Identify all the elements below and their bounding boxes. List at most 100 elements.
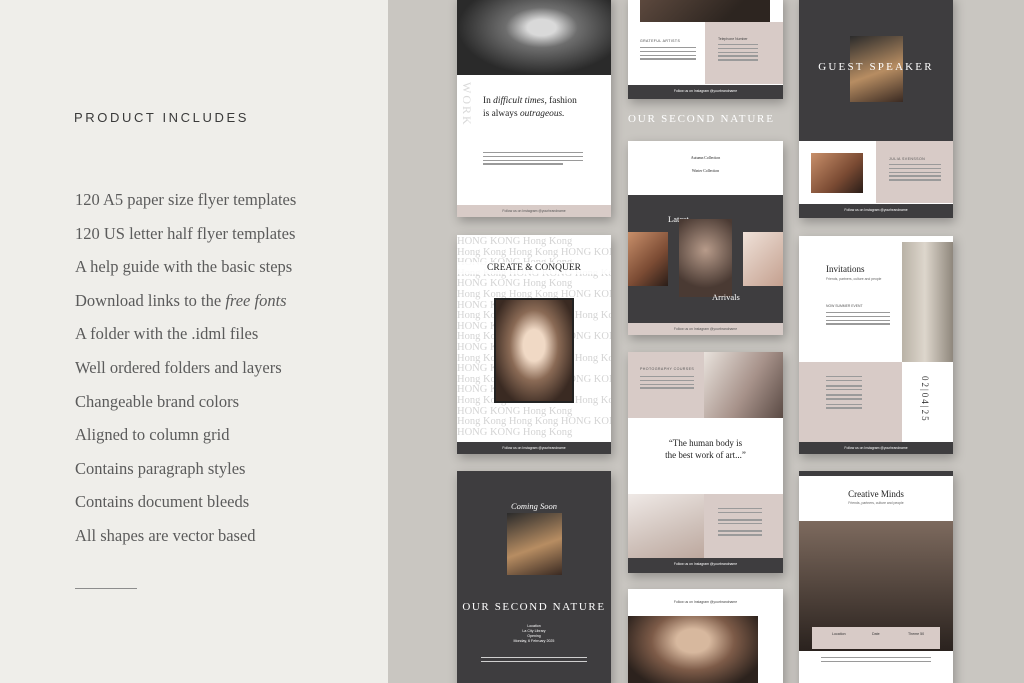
flyer-invitations-card: Invitations Friends, partners, culture a… — [799, 236, 953, 454]
collection-title: Winter Collection — [691, 169, 720, 173]
photo — [628, 232, 668, 286]
feature-item: A help guide with the basic steps — [75, 257, 293, 277]
flyer-guest-speaker-card: GUEST SPEAKER JULIA SVENSSON Follow us o… — [799, 0, 953, 218]
flyer-photography-card: PHOTOGRAPHY COURSES “The human body is t… — [628, 352, 783, 573]
footer-text: Follow us on Instagram @yourbrandname — [673, 600, 738, 604]
detail-value: Monday, 6 February 2025 — [513, 639, 555, 643]
quote-word: fashion — [549, 96, 577, 106]
detail-label: Location — [832, 632, 846, 636]
flyer-title: CREATE & CONQUER — [457, 262, 611, 274]
photo — [743, 232, 783, 286]
footer-text: Follow us on Instagram @yourbrandname — [673, 562, 738, 566]
feature-item: Aligned to column grid — [75, 425, 230, 445]
feature-item: Well ordered folders and layers — [75, 357, 282, 377]
flyer-creative-minds-card: Creative Minds Friends, partners, cultur… — [799, 471, 953, 683]
label: Telephone Number — [718, 37, 748, 41]
flyer-footer: Follow us on Instagram @yourbrandname — [457, 205, 611, 217]
feature-list: 120 A5 paper size flyer templates 120 US… — [75, 183, 296, 553]
flyer-subtitle: Friends, partners, culture and people — [848, 501, 904, 505]
collection-title: Autumn Collection — [690, 156, 721, 160]
photo — [679, 219, 732, 297]
label: PHOTOGRAPHY COURSES — [640, 367, 695, 371]
feature-item: Download links to the free fonts — [75, 284, 296, 318]
divider-line — [75, 588, 137, 589]
portrait-photo — [811, 153, 863, 193]
photo — [640, 0, 770, 22]
feature-text: Download links to the — [75, 290, 222, 310]
feature-item: All shapes are vector based — [75, 525, 256, 545]
quote-text: In difficult times, fashion is always ou… — [483, 95, 577, 121]
footer-text: Follow us on Instagram @yourbrandname — [502, 209, 566, 213]
feature-item: 120 A5 paper size flyer templates — [75, 190, 297, 209]
body-copy-lines — [481, 657, 587, 665]
flyer-contact-card: GRATEFUL ARTISTS Telephone Number Follow… — [628, 0, 783, 99]
footer-text: Follow us on Instagram @yourbrandname — [844, 446, 908, 450]
vertical-word: WORK — [460, 82, 474, 127]
photo — [704, 352, 783, 418]
banner-text: OUR SECOND NATURE — [462, 601, 606, 613]
feature-item: 120 US letter half flyer templates — [75, 223, 296, 243]
flyer-footer: Follow us on Instagram @yourbrandname — [457, 442, 611, 454]
body-copy-lines — [640, 47, 696, 62]
flyer-preview-area: WORK In difficult times, fashion is alwa… — [388, 0, 1024, 683]
footer-text: Follow us on Instagram @yourbrandname — [673, 327, 738, 331]
body-copy-lines — [826, 312, 890, 327]
speaker-name: JULIA SVENSSON — [889, 157, 926, 161]
quote-emphasis: difficult times, — [493, 96, 547, 106]
quote-word: is always — [483, 109, 518, 119]
feature-item: Contains paragraph styles — [75, 458, 246, 478]
photo — [628, 494, 704, 558]
detail-label: Theme 50 — [908, 632, 925, 636]
footer-text: Follow us on Instagram @yourbrandname — [844, 208, 908, 212]
footer-text: Follow us on Instagram @yourbrandname — [673, 89, 738, 93]
quote-word: In — [483, 96, 491, 106]
top-strip — [799, 471, 953, 476]
flyer-footer: Follow us on Instagram @yourbrandname — [628, 85, 783, 99]
details-strip: Location Date Theme 50 — [812, 627, 940, 649]
body-copy-lines — [718, 44, 758, 63]
body-copy-lines — [821, 657, 931, 665]
arrivals-label: Arrivals — [712, 292, 740, 302]
label: GRATEFUL ARTISTS — [640, 39, 681, 43]
photo — [902, 242, 953, 362]
portrait-photo — [628, 616, 758, 683]
feature-italic-text: free fonts — [225, 290, 287, 310]
pattern-line: HONG KONG Hong Kong — [457, 426, 573, 438]
banner-text: OUR SECOND NATURE — [628, 113, 775, 125]
flyer-footer: Follow us on Instagram @yourbrandname — [799, 442, 953, 454]
quote-emphasis: outrageous. — [519, 109, 565, 119]
flyer-portrait-card: Follow us on Instagram @yourbrandname — [628, 589, 783, 683]
quote-line: “The human body is — [668, 438, 743, 448]
quote-text: “The human body is the best work of art.… — [628, 437, 783, 461]
flyer-title: GUEST SPEAKER — [818, 61, 934, 73]
flyer-footer: Follow us on Instagram @yourbrandname — [799, 204, 953, 218]
feature-item: Changeable brand colors — [75, 391, 240, 411]
feature-item: Contains document bleeds — [75, 492, 250, 512]
detail-label: Date — [872, 632, 880, 636]
body-copy-lines — [826, 376, 862, 411]
body-copy-lines — [718, 508, 762, 538]
flyer-title: Creative Minds — [848, 489, 904, 499]
quote-line: the best work of art...” — [665, 450, 746, 460]
product-includes-panel: PRODUCT INCLUDES 120 A5 paper size flyer… — [0, 0, 388, 683]
feature-item: A folder with the .idml files — [75, 324, 259, 344]
portrait-photo — [507, 513, 562, 575]
flyer-title: Invitations — [826, 264, 865, 274]
portrait-photo — [494, 298, 574, 403]
product-includes-heading: PRODUCT INCLUDES — [74, 110, 249, 125]
flyer-latest-card: Autumn Collection Winter Collection Late… — [628, 141, 783, 335]
flyer-title: Coming Soon — [510, 501, 558, 511]
flyer-coming-soon-card: Coming Soon OUR SECOND NATURE Location L… — [457, 471, 611, 683]
flyer-subtitle: Friends, partners, culture and people — [826, 277, 882, 281]
body-copy-lines — [640, 376, 694, 391]
flyer-quote-card: WORK In difficult times, fashion is alwa… — [457, 0, 611, 217]
body-copy-lines — [483, 152, 583, 167]
pattern-line: HONG KONG Hong Kong — [457, 236, 573, 247]
body-copy-lines — [889, 164, 941, 183]
flyer-hong-kong-card: HONG KONG Hong Kong Hong Kong Hong Kong … — [457, 235, 611, 454]
event-date: 02|04|25 — [920, 376, 930, 423]
label: NOW SUMMER EVENT — [826, 304, 863, 308]
footer-text: Follow us on Instagram @yourbrandname — [502, 446, 566, 450]
portrait-photo — [457, 0, 611, 75]
flyer-footer: Follow us on Instagram @yourbrandname — [628, 323, 783, 335]
